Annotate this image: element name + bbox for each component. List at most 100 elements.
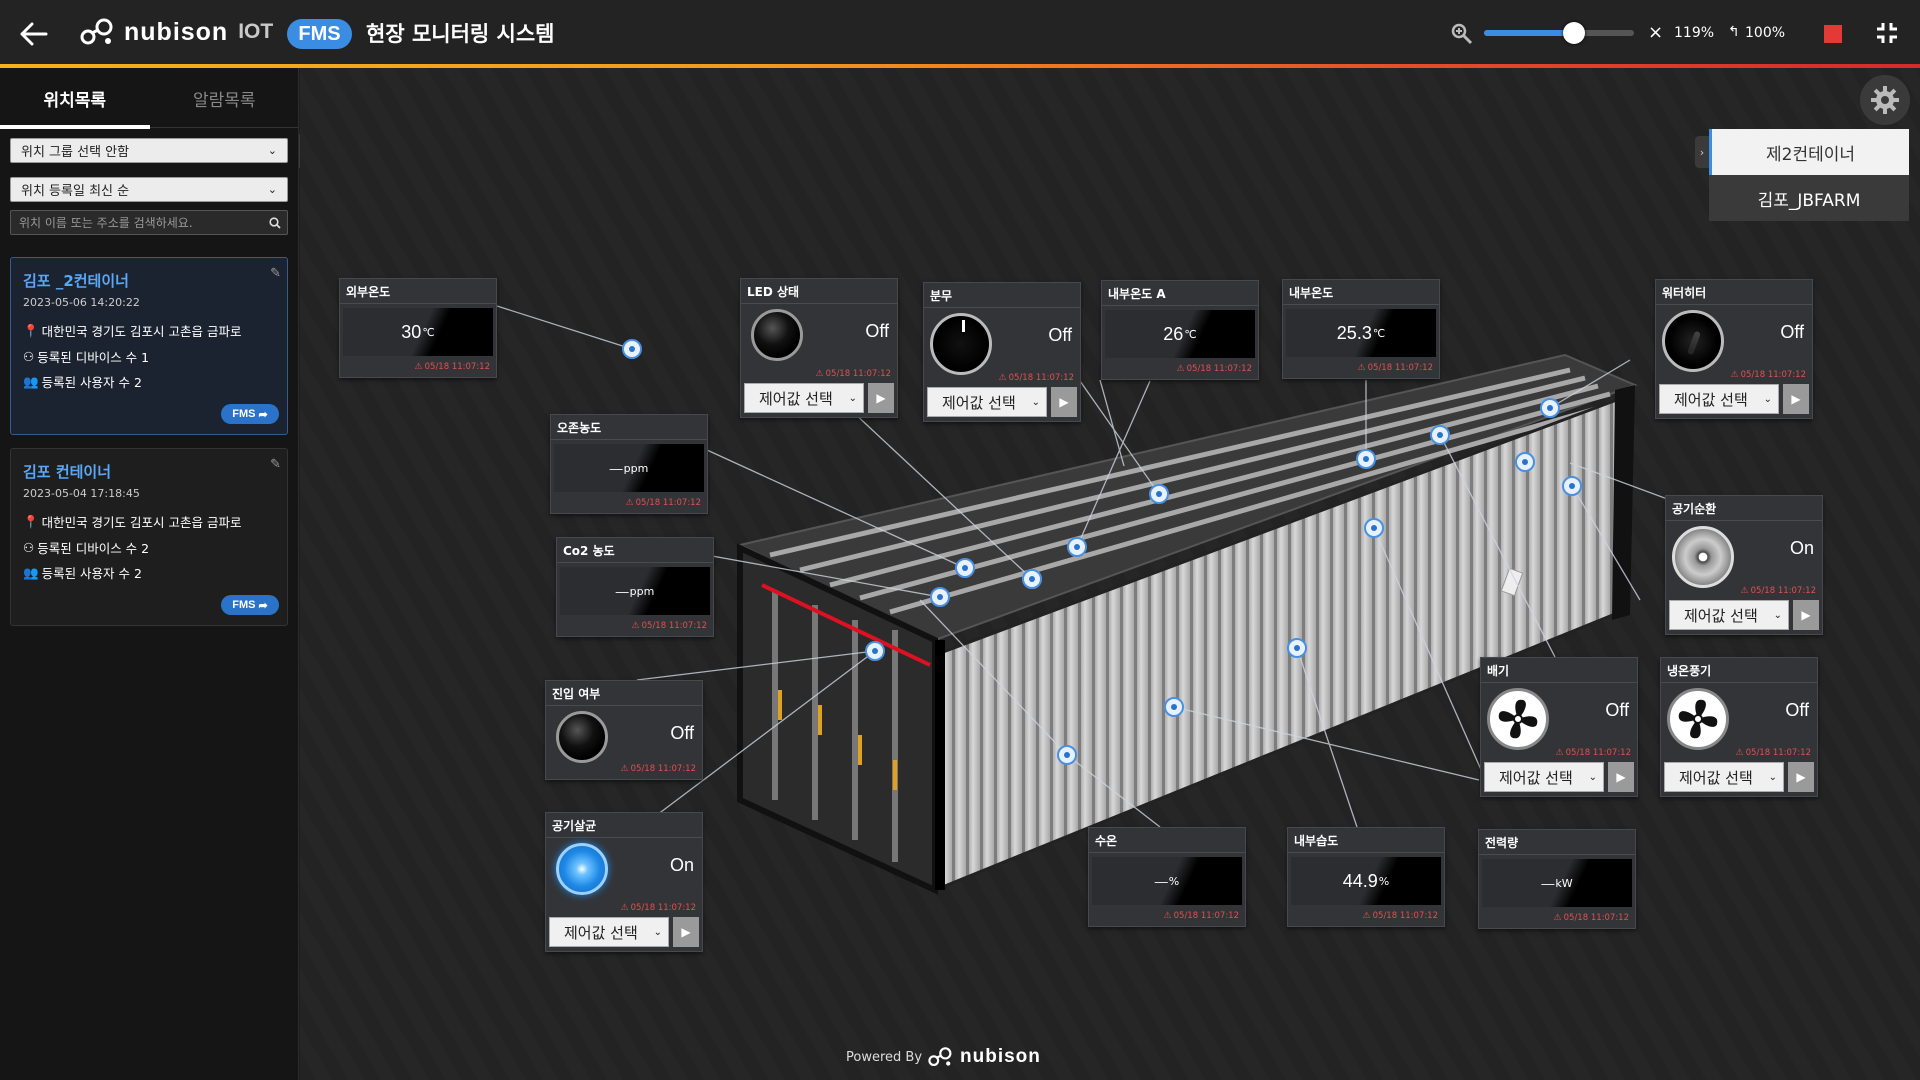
zoom-clear-icon[interactable]: × [1648, 22, 1663, 43]
widget-unit: kW [1555, 876, 1573, 890]
back-arrow-icon[interactable] [18, 18, 50, 50]
fms-link-button[interactable]: FMS ➦ [221, 595, 279, 615]
warning-icon: ⚠ [1163, 911, 1172, 921]
widget-title: 전력량 [1485, 836, 1519, 850]
control-value-select[interactable]: 제어값 선택 ⌄ [927, 387, 1047, 417]
sensor-hotspot[interactable] [865, 641, 885, 661]
sensor-hotspot[interactable] [1164, 697, 1184, 717]
widget-air-sterilizer[interactable]: 공기살균 On ⚠ 05/18 11:07:12 제어값 선택 ⌄ ▶ [545, 812, 703, 952]
widget-inner-temp-a[interactable]: 내부온도 A 26 ℃ ⚠ 05/18 11:07:12 [1101, 280, 1259, 380]
spray-dial-icon [930, 313, 992, 375]
control-send-button[interactable]: ▶ [1051, 387, 1077, 417]
stop-button[interactable] [1824, 25, 1842, 43]
play-icon: ▶ [876, 391, 886, 405]
settings-button[interactable] [1860, 75, 1910, 125]
location-sort-select[interactable]: 위치 등록일 최신 순 ⌄ [10, 177, 288, 202]
sensor-hotspot[interactable] [1515, 452, 1535, 472]
location-group-select[interactable]: 위치 그룹 선택 안함 ⌄ [10, 138, 288, 163]
widget-inner-humidity[interactable]: 내부습도 44.9% ⚠ 05/18 11:07:12 [1287, 827, 1445, 927]
control-send-button[interactable]: ▶ [868, 383, 894, 413]
widget-spray[interactable]: 분무 Off ⚠ 05/18 11:07:12 제어값 선택 ⌄ ▶ [923, 282, 1081, 422]
widget-title: 내부습도 [1294, 834, 1339, 848]
sensor-hotspot[interactable] [1540, 398, 1560, 418]
widget-exhaust[interactable]: 배기 Off ⚠ 05/18 11:07:12 제어값 선택 ⌄ ▶ [1480, 657, 1638, 797]
widget-air-circulation[interactable]: 공기순환 On ⚠ 05/18 11:07:12 제어값 선택 ⌄ ▶ [1665, 495, 1823, 635]
control-value-select[interactable]: 제어값 선택 ⌄ [744, 383, 864, 413]
sensor-hotspot[interactable] [1067, 537, 1087, 557]
widget-divider [546, 705, 702, 706]
widget-outdoor-temp[interactable]: 외부온도 30 ℃ ⚠ 05/18 11:07:12 [339, 278, 497, 378]
sensor-hotspot[interactable] [1356, 449, 1376, 469]
location-option[interactable]: 김포_JBFARM [1709, 175, 1909, 221]
widget-timestamp-text: 05/18 11:07:12 [1173, 911, 1239, 921]
location-date: 2023-05-04 17:18:45 [23, 487, 140, 500]
control-send-button[interactable]: ▶ [1783, 384, 1809, 414]
sensor-hotspot[interactable] [1364, 518, 1384, 538]
zoom-level: 119% [1674, 25, 1715, 41]
zoom-slider[interactable] [1484, 22, 1634, 44]
control-value-select[interactable]: 제어값 선택 ⌄ [1664, 762, 1784, 792]
sensor-hotspot[interactable] [1562, 476, 1582, 496]
sensor-hotspot[interactable] [622, 339, 642, 359]
control-send-button[interactable]: ▶ [673, 917, 699, 947]
location-device-count: ⚇ 등록된 디바이스 수 1 [23, 347, 149, 366]
edit-pencil-icon[interactable]: ✎ [270, 457, 281, 472]
location-name: 김포 컨테이너 [23, 463, 112, 481]
widget-unit: ppm [623, 461, 649, 475]
reset-zoom-button[interactable]: 100% [1745, 25, 1785, 41]
widget-value: — [615, 583, 629, 599]
location-card[interactable]: 김포 _2컨테이너 ✎ 2023-05-06 14:20:22 📍 대한민국 경기… [10, 257, 288, 435]
widget-led-status[interactable]: LED 상태 Off ⚠ 05/18 11:07:12 제어값 선택 ⌄ ▶ [740, 278, 898, 418]
edit-pencil-icon[interactable]: ✎ [270, 266, 281, 281]
location-address-text: 대한민국 경기도 김포시 고촌읍 금파로 [41, 515, 242, 530]
zoom-slider-thumb[interactable] [1563, 22, 1585, 44]
widget-title: 냉온풍기 [1667, 664, 1712, 678]
search-icon[interactable] [263, 216, 287, 229]
location-search-input[interactable] [11, 215, 263, 230]
control-value-select[interactable]: 제어값 선택 ⌄ [549, 917, 669, 947]
exit-fullscreen-icon[interactable] [1874, 20, 1900, 46]
widget-cooling-fan[interactable]: 냉온풍기 Off ⚠ 05/18 11:07:12 제어값 선택 ⌄ ▶ [1660, 657, 1818, 797]
widget-title: 오존농도 [557, 421, 602, 435]
location-popup-toggle[interactable]: › [1695, 136, 1709, 168]
control-send-button[interactable]: ▶ [1608, 762, 1634, 792]
widget-water-heater[interactable]: 워터히터 Off ⚠ 05/18 11:07:12 제어값 선택 ⌄ ▶ [1655, 279, 1813, 419]
sensor-hotspot[interactable] [1430, 425, 1450, 445]
location-card[interactable]: 김포 컨테이너 ✎ 2023-05-04 17:18:45 📍 대한민국 경기도 … [10, 448, 288, 626]
sensor-hotspot[interactable] [1057, 745, 1077, 765]
chevron-down-icon: ⌄ [1773, 609, 1782, 621]
sensor-hotspot[interactable] [930, 587, 950, 607]
widget-timestamp-text: 05/18 11:07:12 [1563, 913, 1629, 923]
widget-ozone[interactable]: 오존농도 — ppm ⚠ 05/18 11:07:12 [550, 414, 708, 514]
tab-location-list[interactable]: 위치목록 [0, 68, 150, 129]
widget-state: On [669, 855, 694, 875]
widget-divider [1479, 854, 1635, 855]
control-value-select[interactable]: 제어값 선택 ⌄ [1484, 762, 1604, 792]
sensor-hotspot[interactable] [1022, 569, 1042, 589]
fms-link-button[interactable]: FMS ➦ [221, 404, 279, 424]
control-send-button[interactable]: ▶ [1793, 600, 1819, 630]
zoom-icon[interactable] [1450, 22, 1474, 46]
sensor-hotspot[interactable] [955, 558, 975, 578]
widget-co2[interactable]: Co2 농도 — ppm ⚠ 05/18 11:07:12 [556, 537, 714, 637]
widget-entry-detect[interactable]: 진입 여부 Off ⚠ 05/18 11:07:12 [545, 680, 703, 780]
chevron-down-icon: ⌄ [1763, 393, 1772, 405]
control-value-select[interactable]: 제어값 선택 ⌄ [1659, 384, 1779, 414]
play-icon: ▶ [1791, 392, 1801, 406]
location-name: 김포 _2컨테이너 [23, 272, 129, 290]
widget-inner-temp[interactable]: 내부온도 25.3 ℃ ⚠ 05/18 11:07:12 [1282, 279, 1440, 379]
widget-timestamp-text: 05/18 11:07:12 [1372, 911, 1438, 921]
sensor-hotspot[interactable] [1287, 638, 1307, 658]
widget-title: 분무 [930, 289, 953, 303]
tab-alarm-list[interactable]: 알람목록 [150, 68, 300, 128]
widget-display: — ppm [554, 444, 704, 492]
widget-title: 공기살균 [552, 819, 597, 833]
widget-timestamp-text: 05/18 11:07:12 [641, 621, 707, 631]
reset-zoom-icon[interactable]: ↰ [1728, 24, 1740, 40]
widget-water-temp[interactable]: 수온 —% ⚠ 05/18 11:07:12 [1088, 827, 1246, 927]
control-send-button[interactable]: ▶ [1788, 762, 1814, 792]
sensor-hotspot[interactable] [1149, 484, 1169, 504]
widget-power-usage[interactable]: 전력량 — kW ⚠ 05/18 11:07:12 [1478, 829, 1636, 929]
location-option-selected[interactable]: 제2컨테이너 [1709, 129, 1909, 175]
control-value-select[interactable]: 제어값 선택 ⌄ [1669, 600, 1789, 630]
